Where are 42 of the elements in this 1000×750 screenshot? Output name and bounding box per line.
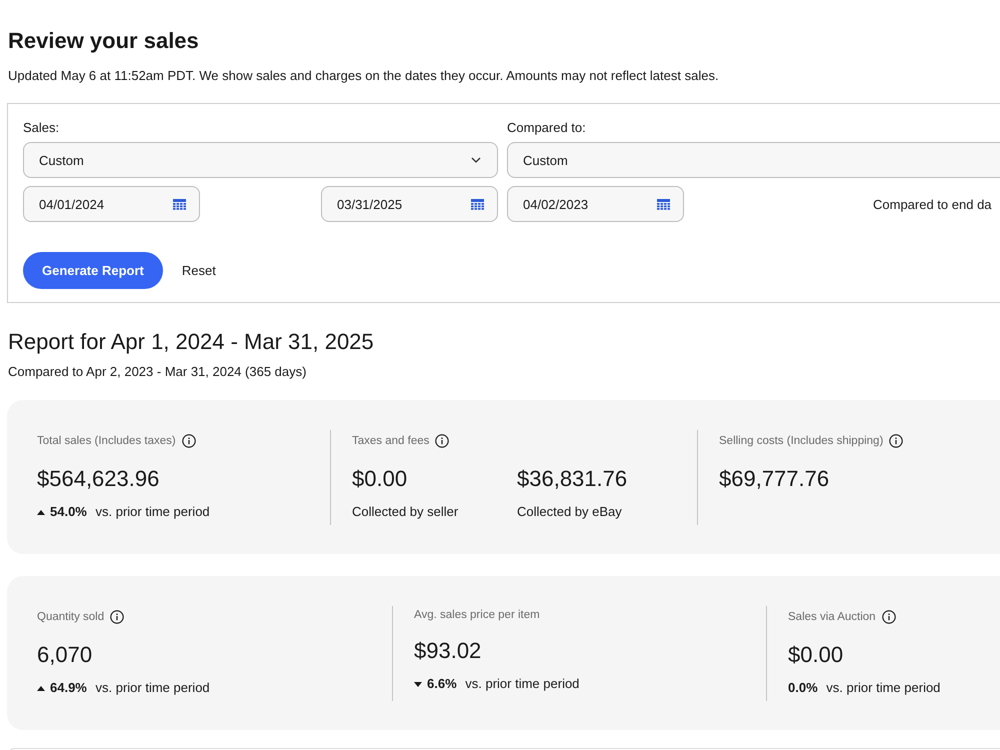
calendar-icon[interactable]: [173, 198, 186, 210]
metric-value: 6,070: [37, 641, 92, 669]
metric-value: $0.00: [788, 641, 844, 669]
comparison-note: Compared to end da: [873, 196, 992, 212]
metric-value: $36,831.76: [517, 465, 628, 493]
metric-label: Sales via Auction: [788, 611, 876, 624]
info-icon[interactable]: [435, 434, 450, 448]
change-text: 0.0% vs. prior time period: [788, 680, 940, 696]
metric-label: Selling costs (Includes shipping): [719, 435, 884, 448]
change-text: 6.6% vs. prior time period: [427, 676, 580, 692]
date-field[interactable]: 04/02/2023: [507, 186, 684, 222]
change-text: 64.9% vs. prior time period: [50, 680, 210, 696]
date-field[interactable]: 04/01/2024: [23, 186, 200, 222]
chevron-down-icon: [471, 157, 481, 163]
period-dropdown[interactable]: Custom: [507, 142, 1000, 178]
metric-value: $93.02: [414, 637, 482, 665]
report-title: Report for Apr 1, 2024 - Mar 31, 2025: [8, 328, 374, 356]
metric-label: Taxes and fees: [352, 435, 430, 448]
calendar-icon[interactable]: [657, 198, 670, 210]
metric-value: $564,623.96: [37, 465, 160, 493]
metric-label: Avg. sales price per item: [414, 609, 540, 622]
period-dropdown[interactable]: Custom: [23, 142, 498, 178]
info-icon[interactable]: [889, 434, 904, 448]
date-field[interactable]: 03/31/2025: [321, 186, 498, 222]
info-icon[interactable]: [110, 610, 124, 624]
field-label: Sales:: [23, 120, 60, 136]
page-title: Review your sales: [8, 28, 199, 54]
info-icon[interactable]: [182, 434, 196, 448]
field-label: Compared to:: [507, 120, 586, 136]
metric-label: Quantity sold: [37, 611, 104, 624]
generate-report-button[interactable]: Generate Report: [23, 252, 163, 289]
metric-value: $0.00: [352, 465, 408, 493]
change-text: 54.0% vs. prior time period: [50, 504, 210, 520]
metric-label: Total sales (Includes taxes): [37, 435, 176, 448]
notice-text: Updated May 6 at 11:52am PDT. We show sales and charges on the dates they occur. Amounts may not reflect latest sales.: [8, 68, 719, 84]
metric-caption: Collected by seller: [352, 504, 458, 520]
metric-caption: Collected by eBay: [517, 504, 622, 520]
info-icon[interactable]: [882, 610, 896, 624]
calendar-icon[interactable]: [471, 198, 484, 210]
metric-value: $69,777.76: [719, 465, 830, 493]
report-subtitle: Compared to Apr 2, 2023 - Mar 31, 2024 (365 days): [8, 364, 306, 380]
reset-button[interactable]: Reset: [182, 263, 216, 278]
